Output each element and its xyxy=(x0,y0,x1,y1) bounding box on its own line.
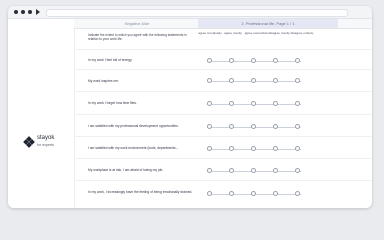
scale-label-disagree-entirely: disagree entirely xyxy=(290,31,314,35)
radio-disagree-entirely[interactable] xyxy=(295,101,300,106)
radio-agree-mostly[interactable] xyxy=(229,124,234,129)
question-row: My workplace is at risk, I am afraid of … xyxy=(74,158,372,181)
browser-window: stayok for experts Negative Aide 2. Prof… xyxy=(8,6,372,208)
radio-disagree-mostly[interactable] xyxy=(273,191,278,196)
radio-disagree-mostly[interactable] xyxy=(273,78,278,83)
question-row: In my work I feel full of energy. xyxy=(74,49,372,70)
radio-agree-mostly[interactable] xyxy=(229,168,234,173)
scale-label-disagree-mostly: disagree mostly xyxy=(268,31,290,35)
question-text: In my work I forget how time flies. xyxy=(88,101,137,105)
radio-disagree-entirely[interactable] xyxy=(295,168,300,173)
radio-agree-mostly[interactable] xyxy=(229,146,234,151)
scale-label-agree-somewhat: agree somewhat xyxy=(244,31,268,35)
radio-agree-somewhat[interactable] xyxy=(251,168,256,173)
window-zoom-dot[interactable] xyxy=(28,10,32,14)
answer-scale xyxy=(207,78,301,84)
question-row: My work inspires me. xyxy=(74,69,372,92)
radio-agree-completely[interactable] xyxy=(207,146,212,151)
radio-agree-somewhat[interactable] xyxy=(251,101,256,106)
answer-scale xyxy=(207,58,301,64)
play-icon[interactable] xyxy=(36,9,40,15)
radio-disagree-mostly[interactable] xyxy=(273,168,278,173)
radio-agree-completely[interactable] xyxy=(207,101,212,106)
brand-tagline: for experts xyxy=(37,143,54,147)
section-tabs: Negative Aide 2. Professional life, Page… xyxy=(74,19,372,29)
radio-agree-somewhat[interactable] xyxy=(251,191,256,196)
answer-scale xyxy=(207,191,301,197)
radio-disagree-mostly[interactable] xyxy=(273,146,278,151)
answer-scale xyxy=(207,146,301,152)
radio-agree-completely[interactable] xyxy=(207,168,212,173)
survey-form: Indicate the extent to which you agree w… xyxy=(74,29,372,208)
answer-scale xyxy=(207,124,301,130)
radio-disagree-mostly[interactable] xyxy=(273,124,278,129)
question-row: I am satisfied with my professional deve… xyxy=(74,114,372,137)
radio-agree-mostly[interactable] xyxy=(229,58,234,63)
radio-agree-somewhat[interactable] xyxy=(251,78,256,83)
survey-instructions: Indicate the extent to which you agree w… xyxy=(88,33,187,41)
window-close-dot[interactable] xyxy=(14,10,18,14)
question-text: I am satisfied with my professional deve… xyxy=(88,124,179,128)
question-text: My workplace is at risk, I am afraid of … xyxy=(88,168,164,172)
radio-agree-completely[interactable] xyxy=(207,191,212,196)
question-text: In my work, I increasingly have the feel… xyxy=(88,190,193,194)
radio-disagree-entirely[interactable] xyxy=(295,146,300,151)
radio-agree-mostly[interactable] xyxy=(229,191,234,196)
radio-agree-completely[interactable] xyxy=(207,124,212,129)
radio-agree-mostly[interactable] xyxy=(229,78,234,83)
brand-logo: stayok for experts xyxy=(23,135,55,148)
question-text: I am satisfied with my work environment … xyxy=(88,146,179,150)
scale-label-agree-mostly: agree mostly xyxy=(224,31,242,35)
window-minimize-dot[interactable] xyxy=(21,10,25,14)
answer-scale xyxy=(207,168,301,174)
survey-header-row: Indicate the extent to which you agree w… xyxy=(74,29,372,49)
logo-mark-icon xyxy=(23,135,35,148)
radio-disagree-entirely[interactable] xyxy=(295,78,300,83)
title-bar xyxy=(8,6,372,19)
radio-agree-completely[interactable] xyxy=(207,78,212,83)
question-row: In my work, I increasingly have the feel… xyxy=(74,180,372,208)
tab-negative-aide[interactable]: Negative Aide xyxy=(84,19,190,28)
radio-disagree-entirely[interactable] xyxy=(295,191,300,196)
question-row: In my work I forget how time flies. xyxy=(74,91,372,115)
radio-agree-somewhat[interactable] xyxy=(251,58,256,63)
radio-agree-somewhat[interactable] xyxy=(251,146,256,151)
question-text: My work inspires me. xyxy=(88,79,119,83)
tab-professional-life[interactable]: 2. Professional life, Page 1 / 1 xyxy=(198,19,338,28)
scale-label-agree-completely: agree completely xyxy=(198,31,222,35)
brand-name: stayok xyxy=(37,135,55,141)
radio-disagree-entirely[interactable] xyxy=(295,58,300,63)
address-bar[interactable] xyxy=(46,9,348,17)
radio-agree-mostly[interactable] xyxy=(229,101,234,106)
radio-agree-completely[interactable] xyxy=(207,58,212,63)
question-row: I am satisfied with my work environment … xyxy=(74,136,372,159)
radio-agree-somewhat[interactable] xyxy=(251,124,256,129)
radio-disagree-entirely[interactable] xyxy=(295,124,300,129)
answer-scale xyxy=(207,101,301,107)
sidebar: stayok for experts xyxy=(8,19,75,208)
question-text: In my work I feel full of energy. xyxy=(88,58,133,62)
radio-disagree-mostly[interactable] xyxy=(273,58,278,63)
radio-disagree-mostly[interactable] xyxy=(273,101,278,106)
